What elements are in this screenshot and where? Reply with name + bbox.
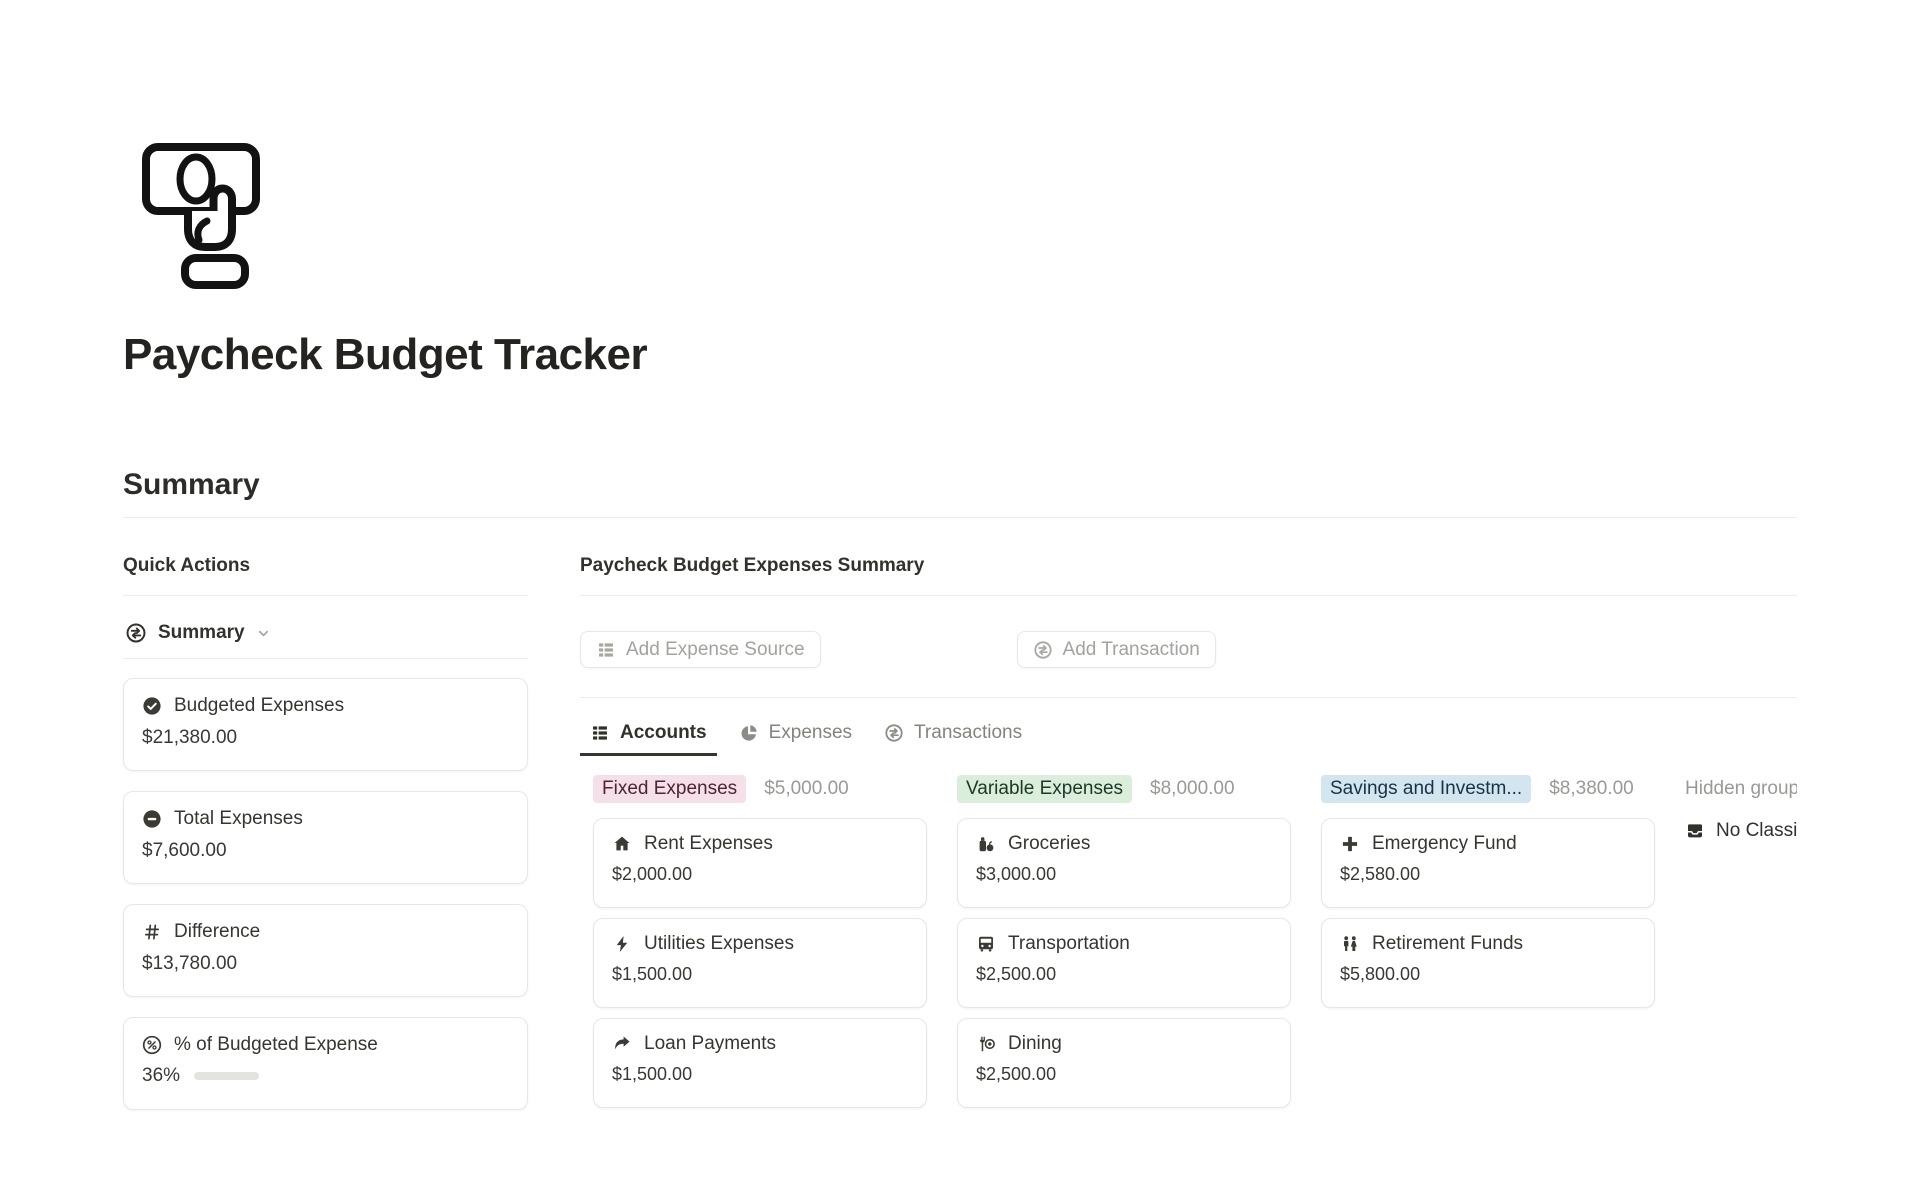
house-icon xyxy=(612,834,632,854)
expenses-summary-column: Paycheck Budget Expenses Summary Add Exp… xyxy=(580,0,1797,1199)
expense-card-amount: $5,800.00 xyxy=(1340,964,1636,985)
plus-icon xyxy=(1340,834,1360,854)
expense-card-title: Retirement Funds xyxy=(1372,933,1523,955)
card-label: Total Expenses xyxy=(174,808,303,830)
expense-card-title: Emergency Fund xyxy=(1372,833,1517,855)
groceries-icon xyxy=(976,834,996,854)
expense-card-amount: $3,000.00 xyxy=(976,864,1272,885)
view-tabs: Accounts Expenses Transactions xyxy=(580,712,1032,756)
tab-expenses[interactable]: Expenses xyxy=(729,712,862,756)
quick-actions-divider xyxy=(123,595,528,596)
card-label: Budgeted Expenses xyxy=(174,695,344,717)
dining-icon xyxy=(976,1034,996,1054)
column-total: $8,380.00 xyxy=(1549,778,1634,800)
expense-card-title: Groceries xyxy=(1008,833,1090,855)
tab-label: Transactions xyxy=(914,722,1022,744)
quick-actions-heading[interactable]: Quick Actions xyxy=(123,555,250,577)
add-transaction-button[interactable]: Add Transaction xyxy=(1017,631,1216,668)
button-label: Add Transaction xyxy=(1063,639,1200,661)
bus-icon xyxy=(976,934,996,954)
expense-card-amount: $2,500.00 xyxy=(976,1064,1272,1085)
expense-card[interactable]: Dining $2,500.00 xyxy=(957,1018,1291,1108)
card-value: $21,380.00 xyxy=(142,727,509,749)
expense-card[interactable]: Groceries $3,000.00 xyxy=(957,818,1291,908)
expense-card-title: Rent Expenses xyxy=(644,833,773,855)
lightning-icon xyxy=(612,934,632,954)
expense-card-amount: $2,580.00 xyxy=(1340,864,1636,885)
expense-card-amount: $1,500.00 xyxy=(612,1064,908,1085)
percent-circle-icon xyxy=(142,1035,162,1055)
pie-chart-icon xyxy=(739,723,759,743)
view-selector-divider xyxy=(123,658,528,659)
tab-transactions[interactable]: Transactions xyxy=(874,712,1032,756)
column-header: Variable Expenses $8,000.00 xyxy=(957,775,1291,803)
minus-circle-icon xyxy=(142,809,162,829)
expenses-summary-heading[interactable]: Paycheck Budget Expenses Summary xyxy=(580,555,924,577)
quick-action-card[interactable]: Difference $13,780.00 xyxy=(123,904,528,997)
check-circle-icon xyxy=(142,696,162,716)
button-label: Add Expense Source xyxy=(626,639,805,661)
quick-action-card[interactable]: Total Expenses $7,600.00 xyxy=(123,791,528,884)
action-buttons-row: Add Expense Source Add Transaction xyxy=(580,631,1216,668)
expense-card-amount: $2,500.00 xyxy=(976,964,1272,985)
expense-card[interactable]: Transportation $2,500.00 xyxy=(957,918,1291,1008)
card-value: $13,780.00 xyxy=(142,953,509,975)
transactions-icon xyxy=(884,723,904,743)
column-total: $8,000.00 xyxy=(1150,778,1235,800)
tab-accounts[interactable]: Accounts xyxy=(580,712,717,756)
quick-action-cards: Budgeted Expenses $21,380.00 Total Expens… xyxy=(123,678,528,1110)
tabs-top-divider xyxy=(580,697,1797,698)
column-group-pill[interactable]: Variable Expenses xyxy=(957,775,1132,803)
add-expense-source-button[interactable]: Add Expense Source xyxy=(580,631,821,668)
expense-card-title: Transportation xyxy=(1008,933,1130,955)
progress-bar xyxy=(194,1072,259,1080)
column-header: Fixed Expenses $5,000.00 xyxy=(593,775,927,803)
card-label: Difference xyxy=(174,921,260,943)
tab-label: Accounts xyxy=(620,722,707,744)
view-selector-label: Summary xyxy=(158,622,245,644)
hash-icon xyxy=(142,922,162,942)
board-column: Savings and Investm... $8,380.00 Emergen… xyxy=(1321,775,1655,1008)
card-value: $7,600.00 xyxy=(142,840,509,862)
chevron-down-icon xyxy=(256,626,271,641)
summary-view-selector[interactable]: Summary xyxy=(125,612,271,654)
column-group-pill[interactable]: Fixed Expenses xyxy=(593,775,746,803)
arrow-redo-icon xyxy=(612,1034,632,1054)
tab-label: Expenses xyxy=(769,722,852,744)
expenses-board: Fixed Expenses $5,000.00 Rent Expenses $… xyxy=(593,775,1797,1108)
expenses-summary-divider xyxy=(580,595,1797,596)
expense-card-title: Dining xyxy=(1008,1033,1062,1055)
hidden-groups-label: Hidden groups xyxy=(1685,775,1797,803)
expense-card-amount: $1,500.00 xyxy=(612,964,908,985)
table-rows-icon xyxy=(590,723,610,743)
people-icon xyxy=(1340,934,1360,954)
expense-card-title: Loan Payments xyxy=(644,1033,776,1055)
card-label: % of Budgeted Expense xyxy=(174,1034,378,1056)
transactions-icon xyxy=(125,622,147,644)
expense-card[interactable]: Retirement Funds $5,800.00 xyxy=(1321,918,1655,1008)
transactions-icon xyxy=(125,622,147,644)
progress-value: 36% xyxy=(142,1065,180,1087)
board-column: Fixed Expenses $5,000.00 Rent Expenses $… xyxy=(593,775,927,1108)
hidden-group-no-classification[interactable]: No Classification xyxy=(1685,820,1797,842)
expense-card[interactable]: Utilities Expenses $1,500.00 xyxy=(593,918,927,1008)
transactions-icon xyxy=(1033,640,1053,660)
quick-actions-column: Quick Actions Summary Budgeted Expenses $… xyxy=(123,0,528,1199)
column-group-pill[interactable]: Savings and Investm... xyxy=(1321,775,1531,803)
column-total: $5,000.00 xyxy=(764,778,849,800)
hidden-groups-column: Hidden groups No Classification xyxy=(1685,775,1797,842)
expense-card-title: Utilities Expenses xyxy=(644,933,794,955)
table-rows-icon xyxy=(596,640,616,660)
expense-card[interactable]: Loan Payments $1,500.00 xyxy=(593,1018,927,1108)
board-column: Variable Expenses $8,000.00 Groceries $3… xyxy=(957,775,1291,1108)
quick-action-card[interactable]: % of Budgeted Expense 36% xyxy=(123,1017,528,1110)
hidden-group-item-label: No Classification xyxy=(1716,820,1797,842)
expense-card[interactable]: Emergency Fund $2,580.00 xyxy=(1321,818,1655,908)
inbox-icon xyxy=(1685,821,1705,841)
quick-action-card[interactable]: Budgeted Expenses $21,380.00 xyxy=(123,678,528,771)
expense-card[interactable]: Rent Expenses $2,000.00 xyxy=(593,818,927,908)
expense-card-amount: $2,000.00 xyxy=(612,864,908,885)
column-header: Savings and Investm... $8,380.00 xyxy=(1321,775,1655,803)
